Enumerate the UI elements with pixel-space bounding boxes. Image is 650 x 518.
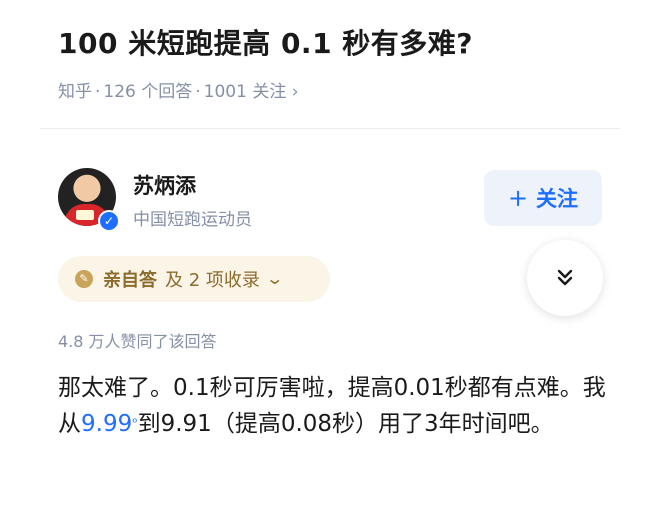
avatar-bib — [76, 210, 94, 220]
chevron-right-icon: › — [291, 82, 299, 102]
self-answer-badge[interactable]: ✎ 亲自答 及 2 项收录 ⌄ — [58, 256, 330, 302]
answer-content[interactable]: 那太难了。0.1秒可厉害啦，提高0.01秒都有点难。我从9.99ᵒ到9.91（提… — [58, 370, 618, 442]
answer-count: 126 个回答 — [103, 82, 193, 102]
verified-badge-icon: ✓ — [98, 210, 120, 232]
double-chevron-down-icon — [557, 269, 573, 286]
question-meta[interactable]: 知乎 · 126 个回答 · 1001 关注 › — [58, 77, 299, 102]
badge-extra-label: 及 2 项收录 — [165, 270, 260, 291]
answer-text-part2: 到9.91（提高0.08秒）用了3年时间吧。 — [137, 411, 554, 437]
follow-button[interactable]: + 关注 — [484, 170, 602, 226]
plus-icon: + — [507, 184, 529, 212]
self-answer-badge-icon: ✎ — [75, 270, 93, 288]
question-title[interactable]: 100 米短跑提高 0.1 秒有多难? — [58, 22, 473, 62]
badge-main-label: 亲自答 — [103, 270, 157, 291]
source-label: 知乎 — [58, 82, 92, 102]
vote-count: 4.8 万人赞同了该回答 — [58, 332, 217, 351]
collapse-button[interactable] — [527, 240, 603, 316]
author-name[interactable]: 苏炳添 — [133, 170, 196, 200]
divider — [40, 128, 620, 129]
follow-button-label: 关注 — [536, 187, 579, 211]
chevron-down-icon: ⌄ — [265, 269, 284, 288]
author-headline: 中国短跑运动员 — [133, 210, 252, 230]
search-link[interactable]: 9.99 — [81, 411, 132, 437]
follow-count: 1001 关注 — [203, 82, 287, 102]
